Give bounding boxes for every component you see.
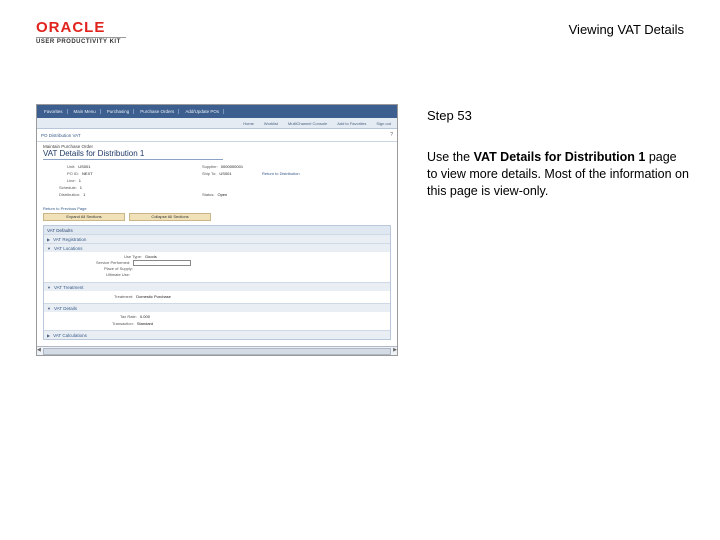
scroll-left-arrow-icon[interactable]: ◀ — [37, 347, 41, 353]
supplier-field: Supplier: 0000000001 — [202, 164, 244, 169]
place-of-supply-field: Place of Supply: — [104, 266, 133, 271]
header-fields: Unit: US001 PO ID: NEXT Line: 1 Schedule: 1 … — [37, 164, 397, 204]
subnav-home-link[interactable]: Home — [243, 121, 254, 126]
po-id-field: PO ID: NEXT — [67, 171, 93, 176]
page-header: Maintain Purchase Order VAT Details for … — [37, 142, 397, 160]
section-vat-details[interactable]: ▼ VAT Details — [44, 303, 390, 312]
transaction-field: Transaction: Standard — [112, 321, 154, 326]
collapse-all-sections-button[interactable]: Collapse All Sections — [129, 213, 211, 221]
return-to-distribution-link[interactable]: Return to Distribution — [262, 171, 300, 176]
help-icon[interactable]: ? — [390, 132, 393, 138]
line-field: Line: 1 — [67, 178, 81, 183]
treatment-field: Treatment: Domestic Purchase — [114, 294, 171, 299]
service-performed-select[interactable] — [133, 260, 192, 266]
ship-to-field: Ship To: US001 — [202, 171, 232, 176]
breadcrumb[interactable]: PO Distribution VAT — [41, 133, 81, 138]
section-vat-defaults: VAT Defaults — [44, 226, 390, 234]
expand-all-sections-button[interactable]: Expand All Sections — [43, 213, 125, 221]
vat-locations-body: Use Type: Goods Service Performed: Place … — [44, 252, 390, 282]
top-navigation-bar: Favorites Main Menu Purchasing Purchase … — [37, 105, 397, 118]
return-to-previous-page-link[interactable]: Return to Previous Page — [37, 206, 397, 211]
section-vat-treatment[interactable]: ▼ VAT Treatment — [44, 282, 390, 291]
tax-rate-field: Tax Rate: 0.000 — [120, 314, 150, 319]
step-instructions: Use the VAT Details for Distribution 1 p… — [427, 149, 689, 200]
section-vat-registration[interactable]: ▶ VAT Registration — [44, 234, 390, 243]
application-screenshot: Favorites Main Menu Purchasing Purchase … — [36, 104, 398, 356]
nav-tab-favorites[interactable]: Favorites — [40, 109, 68, 114]
subnav-favorites-link[interactable]: Add to Favorites — [337, 121, 366, 126]
nav-tab-purchase-orders[interactable]: Purchase Orders — [136, 109, 180, 114]
vat-details-body: Tax Rate: 0.000 Transaction: Standard — [44, 312, 390, 330]
section-vat-locations[interactable]: ▼ VAT Locations — [44, 243, 390, 252]
expanded-arrow-icon: ▼ — [47, 245, 51, 251]
step-title: Step 53 — [427, 108, 472, 123]
collapsed-arrow-icon: ▶ — [47, 236, 51, 242]
upk-product-text: USER PRODUCTIVITY KIT — [36, 37, 126, 45]
nav-tab-main-menu[interactable]: Main Menu — [70, 109, 101, 114]
collapsed-arrow-icon: ▶ — [47, 332, 51, 338]
subnav-worklist-link[interactable]: Worklist — [264, 121, 278, 126]
document-title: Viewing VAT Details — [568, 22, 684, 37]
step-text-before: Use the — [427, 150, 474, 164]
scroll-right-arrow-icon[interactable]: ▶ — [393, 347, 397, 353]
ultimate-use-field: Ultimate Use: — [106, 272, 131, 277]
status-field: Status: Open — [202, 192, 228, 197]
nav-tab-add-update-pos[interactable]: Add/Update POs — [181, 109, 225, 114]
expanded-arrow-icon: ▼ — [47, 305, 51, 311]
step-text-bold: VAT Details for Distribution 1 — [473, 150, 646, 164]
distribution-field: Distribution: 1 — [59, 192, 86, 197]
unit-field: Unit: US001 — [67, 164, 91, 169]
subnav-multichannel-link[interactable]: MultiChannel Console — [288, 121, 327, 126]
schedule-field: Schedule: 1 — [59, 185, 83, 190]
nav-tab-purchasing[interactable]: Purchasing — [103, 109, 135, 114]
breadcrumb-row: PO Distribution VAT ? — [37, 129, 397, 142]
oracle-brand-text: ORACLE — [36, 19, 106, 36]
scrollbar-thumb[interactable] — [43, 348, 391, 355]
expanded-arrow-icon: ▼ — [47, 284, 51, 290]
oracle-logo: ORACLE USER PRODUCTIVITY KIT — [36, 20, 126, 48]
vat-sections: VAT Defaults ▶ VAT Registration ▼ VAT Loca… — [43, 225, 391, 340]
horizontal-scrollbar[interactable]: ◀ ▶ — [37, 346, 397, 355]
vat-treatment-body: Treatment: Domestic Purchase — [44, 291, 390, 303]
section-vat-calculations[interactable]: ▶ VAT Calculations — [44, 330, 390, 339]
sub-navigation-bar: Home Worklist MultiChannel Console Add t… — [37, 118, 397, 129]
page-title: VAT Details for Distribution 1 — [43, 149, 223, 160]
subnav-signout-link[interactable]: Sign out — [376, 121, 391, 126]
section-buttons: Expand All Sections Collapse All Section… — [37, 213, 397, 221]
use-type-field: Use Type: Goods — [124, 254, 157, 259]
